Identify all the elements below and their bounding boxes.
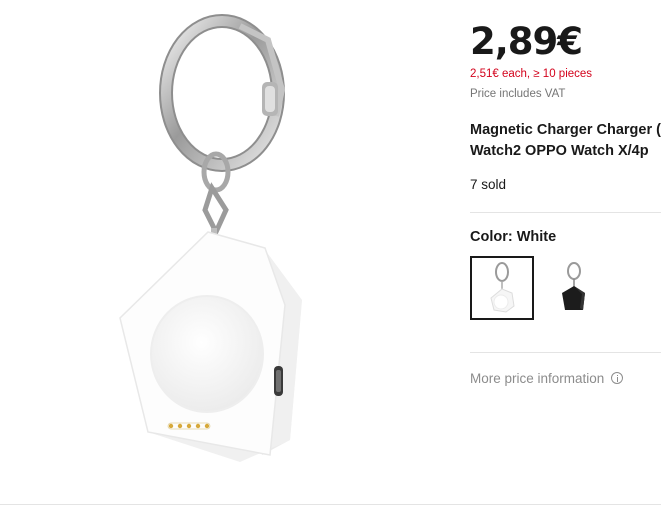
title-line-2: Watch2 OPPO Watch X/4p [470, 143, 649, 159]
product-title: Magnetic Charger Charger ( Watch2 OPPO W… [470, 120, 661, 162]
vat-note: Price includes VAT [470, 88, 566, 100]
color-value: White [516, 229, 557, 245]
more-price-info-label: More price information [470, 371, 605, 386]
white-charger-thumbnail-icon [490, 262, 515, 313]
black-charger-thumbnail-icon [562, 262, 585, 310]
divider [470, 352, 661, 353]
color-swatch-white[interactable] [470, 256, 534, 320]
color-label: Color: [470, 229, 517, 245]
price: 2,89€ [470, 20, 583, 63]
info-icon [611, 372, 624, 384]
color-selector-label: Color: White [470, 229, 556, 245]
product-image-gallery[interactable] [0, 0, 440, 505]
bulk-price: 2,51€ each, ≥ 10 pieces [470, 68, 593, 80]
sold-count: 7 sold [470, 177, 507, 192]
product-info-panel: 2,89€ 2,51€ each, ≥ 10 pieces Price incl… [470, 0, 661, 505]
more-price-info-link[interactable]: More price information [470, 371, 624, 386]
product-image [119, 14, 302, 462]
title-line-1: Magnetic Charger Charger ( [470, 122, 661, 138]
color-swatch-black[interactable] [542, 256, 606, 320]
divider [470, 212, 661, 213]
